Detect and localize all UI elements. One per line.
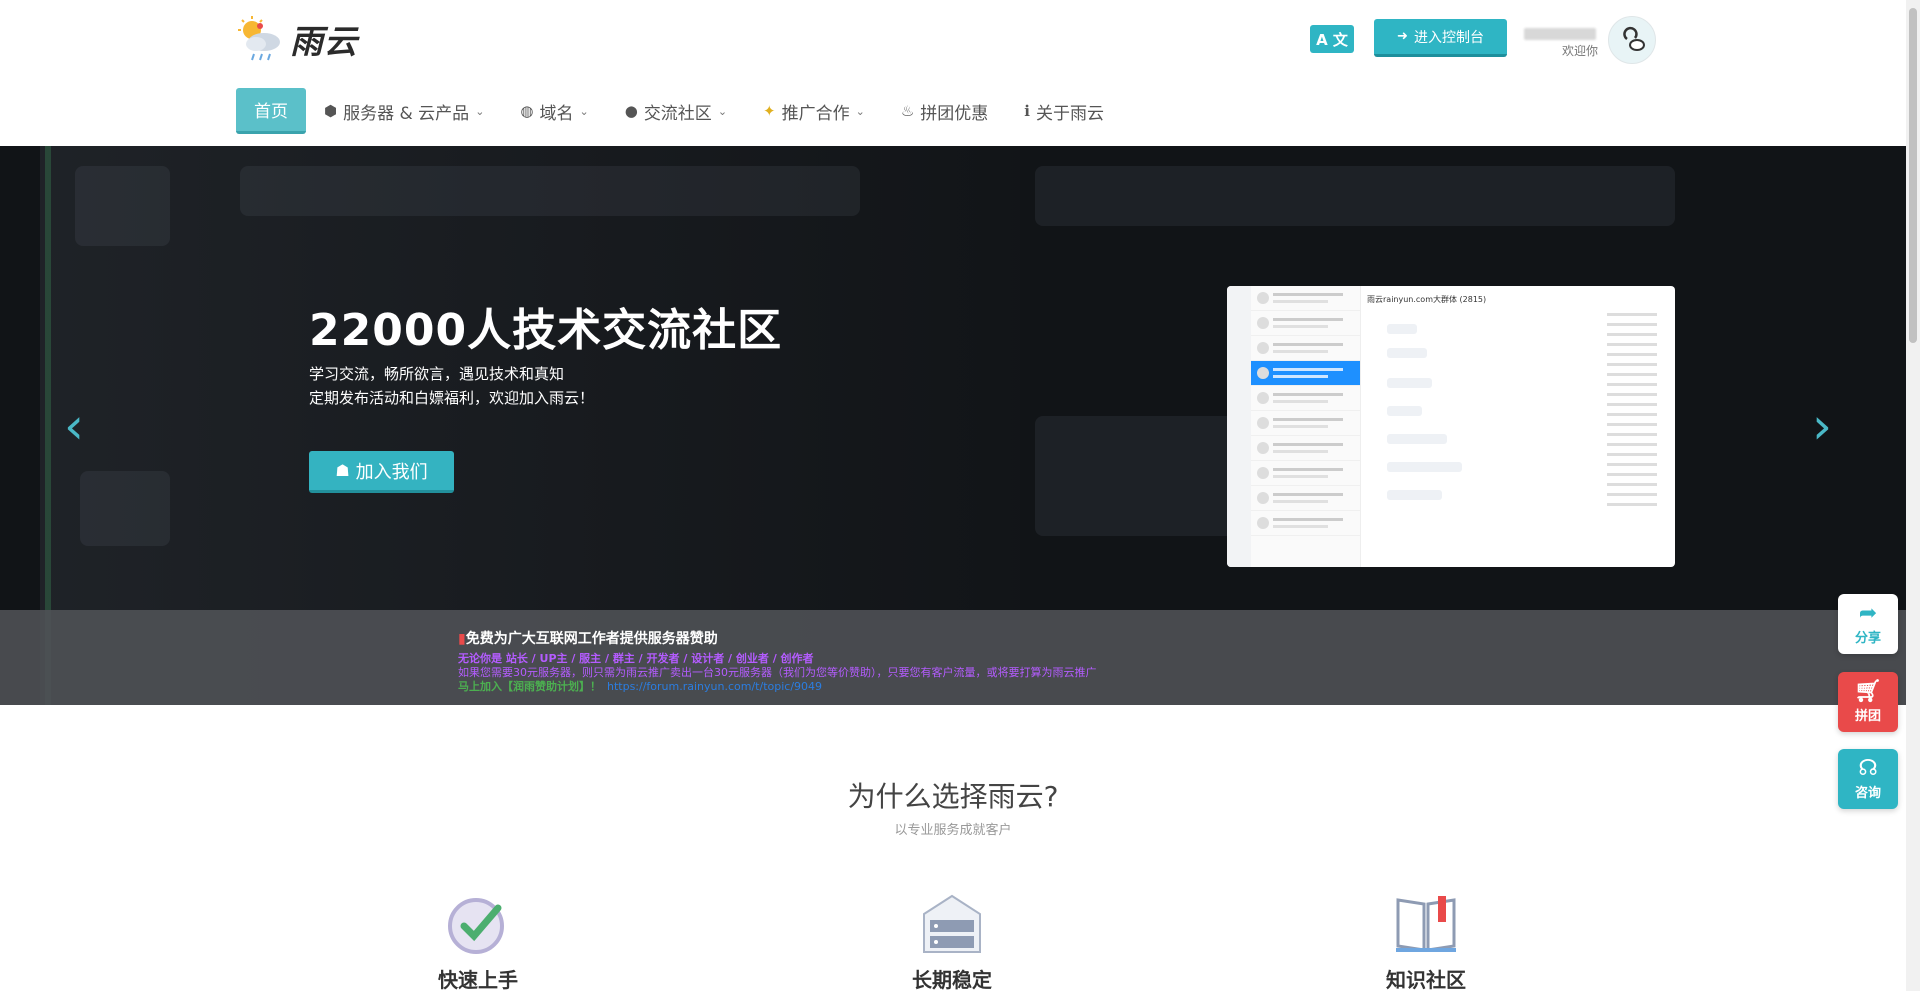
chevron-down-icon: ⌄ xyxy=(717,104,728,118)
chat-list xyxy=(1251,286,1361,567)
headset-icon: ☊ xyxy=(1858,755,1878,781)
hero-subtitle: 学习交流，畅所欲言，遇见技术和真知 xyxy=(309,365,565,383)
list-item xyxy=(1251,336,1360,361)
share-icon: ➦ xyxy=(1858,600,1878,626)
feature-label: 快速上手 xyxy=(438,968,518,991)
cloud-avatar-icon xyxy=(1623,26,1645,51)
list-item xyxy=(1251,361,1360,386)
chevron-down-icon: ⌄ xyxy=(475,104,485,118)
group-buy-button[interactable]: 🛒︎ 拼团 xyxy=(1838,672,1898,732)
list-item xyxy=(1251,486,1360,511)
nav-servers[interactable]: ⬢ 服务器 & 云产品 ⌄ xyxy=(306,88,502,134)
logo[interactable]: 雨云 xyxy=(236,16,366,62)
list-item xyxy=(1251,386,1360,411)
avatar[interactable] xyxy=(1608,16,1656,64)
list-item xyxy=(1251,511,1360,536)
sponsor-notice: ▮免费为广大互联网工作者提供服务器赞助 无论你是 站长 / UP主 / 服主 /… xyxy=(0,610,1906,705)
carousel-prev-arrow[interactable]: ‹ xyxy=(64,401,94,451)
nav-label: 首页 xyxy=(254,102,288,122)
nav-label: 交流社区 xyxy=(643,103,712,124)
notice-title-text: 免费为广大互联网工作者提供服务器赞助 xyxy=(465,631,718,647)
sun-cloud-rain-icon xyxy=(236,16,288,62)
user-menu[interactable]: 欢迎你 xyxy=(1522,16,1656,64)
member-list xyxy=(1607,306,1669,561)
chat-title: 雨云rainyun.com大群体 (2815) xyxy=(1367,295,1487,304)
page-scrollbar[interactable] xyxy=(1906,0,1920,991)
check-circle-icon xyxy=(446,892,510,956)
nav-label: 关于雨云 xyxy=(1035,103,1104,124)
feature-stable: 长期稳定 xyxy=(882,892,1022,991)
feature-label: 知识社区 xyxy=(1386,968,1466,991)
book-icon xyxy=(1394,892,1458,956)
globe-icon: ◍ xyxy=(520,102,534,120)
float-label: 拼团 xyxy=(1854,708,1881,724)
ghost-card xyxy=(1035,166,1675,226)
feature-quick-start: 快速上手 xyxy=(408,892,548,991)
nav-label: 推广合作 xyxy=(781,103,850,124)
chevron-down-icon: ⌄ xyxy=(579,104,589,118)
feature-community: 知识社区 xyxy=(1356,892,1496,991)
nav-label: 服务器 & 云产品 xyxy=(343,103,470,124)
chat-icon: ● xyxy=(624,102,638,120)
sparkle-icon: ✦ xyxy=(763,102,776,120)
join-label: 加入我们 xyxy=(355,461,428,483)
feature-label: 长期稳定 xyxy=(912,968,992,991)
username-redacted xyxy=(1524,28,1596,40)
list-item xyxy=(1251,461,1360,486)
cart-icon: 🛒︎ xyxy=(1854,678,1882,704)
join-us-button[interactable]: ☗ 加入我们 xyxy=(309,451,454,493)
chat-sidebar xyxy=(1227,286,1251,567)
language-toggle-button[interactable]: A 文 xyxy=(1310,25,1354,53)
site-header: 雨云 A 文 ➜ 进入控制台 欢迎你 首页 ⬢ 服务器 & 云产品 ⌄ ◍ 域名… xyxy=(0,0,1906,146)
why-title: 为什么选择雨云? xyxy=(847,780,1059,813)
why-subtitle: 以专业服务成就客户 xyxy=(894,823,1012,838)
list-item xyxy=(1251,436,1360,461)
float-label: 分享 xyxy=(1854,630,1881,646)
translate-icon: A 文 xyxy=(1316,30,1348,49)
float-label: 咨询 xyxy=(1854,785,1881,801)
console-label: 进入控制台 xyxy=(1413,29,1484,46)
main-nav: 首页 ⬢ 服务器 & 云产品 ⌄ ◍ 域名 ⌄ ● 交流社区 ⌄ ✦ 推广合作 … xyxy=(236,88,1122,134)
consult-button[interactable]: ☊ 咨询 xyxy=(1838,749,1898,809)
nav-promotion[interactable]: ✦ 推广合作 ⌄ xyxy=(745,88,883,134)
logo-text: 雨云 xyxy=(290,22,358,61)
nav-domain[interactable]: ◍ 域名 ⌄ xyxy=(502,88,606,134)
nav-home[interactable]: 首页 xyxy=(236,88,306,134)
list-item xyxy=(1251,311,1360,336)
enter-console-button[interactable]: ➜ 进入控制台 xyxy=(1374,19,1507,57)
chat-messages xyxy=(1367,316,1597,516)
share-button[interactable]: ➦ 分享 xyxy=(1838,594,1898,654)
nav-group-deal[interactable]: ♨ 拼团优惠 xyxy=(883,88,1006,134)
server-icon xyxy=(920,892,984,956)
info-icon: ℹ xyxy=(1024,102,1030,120)
red-envelope-icon: ▮ xyxy=(458,631,466,647)
qq-penguin-icon: ☗ xyxy=(335,461,350,480)
ghost-card xyxy=(75,166,170,246)
carousel-next-arrow[interactable]: › xyxy=(1812,401,1842,451)
nav-label: 域名 xyxy=(539,103,574,124)
flame-icon: ♨ xyxy=(900,102,915,120)
nav-community[interactable]: ● 交流社区 ⌄ xyxy=(607,88,745,134)
hero-subtitle: 定期发布活动和白嫖福利，欢迎加入雨云！ xyxy=(309,389,595,407)
chat-screenshot: 雨云rainyun.com大群体 (2815) xyxy=(1227,286,1675,567)
sponsor-link[interactable]: https://forum.rainyun.com/t/topic/9049 xyxy=(607,680,822,693)
notice-cta: 马上加入【润雨赞助计划】！ xyxy=(458,680,601,693)
hero-title: 22000人技术交流社区 xyxy=(309,305,783,356)
scroll-thumb[interactable] xyxy=(1909,8,1917,343)
ghost-card xyxy=(240,166,860,216)
welcome-text: 欢迎你 xyxy=(1562,44,1599,58)
list-item xyxy=(1251,286,1360,311)
notice-title: ▮免费为广大互联网工作者提供服务器赞助 xyxy=(458,628,718,648)
notice-line: 马上加入【润雨赞助计划】！ https://forum.rainyun.com/t… xyxy=(458,678,822,694)
nav-about[interactable]: ℹ 关于雨云 xyxy=(1006,88,1122,134)
sign-in-icon: ➜ xyxy=(1397,29,1408,44)
list-item xyxy=(1251,411,1360,436)
ghost-card xyxy=(80,471,170,546)
nav-label: 拼团优惠 xyxy=(920,103,989,124)
chevron-down-icon: ⌄ xyxy=(855,104,865,118)
cubes-icon: ⬢ xyxy=(324,102,338,120)
